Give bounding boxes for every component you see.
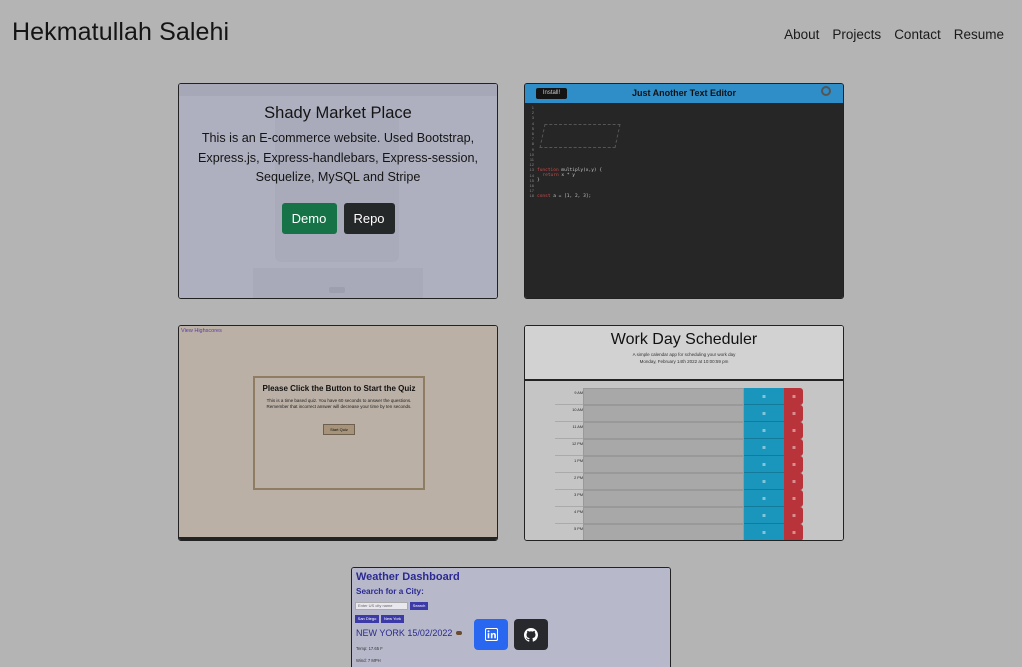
- schedule-hour: 4 PM: [555, 507, 583, 524]
- nav-about[interactable]: About: [784, 27, 819, 42]
- nav-contact[interactable]: Contact: [894, 27, 941, 42]
- schedule-textarea: [583, 473, 744, 490]
- demo-button[interactable]: Demo: [281, 203, 337, 234]
- screenshot-search-label: Search for a City:: [356, 587, 424, 596]
- screenshot-subtitle: A simple calendar app for scheduling you…: [632, 352, 736, 357]
- schedule-hour: 5 PM: [555, 524, 583, 540]
- github-button[interactable]: [514, 619, 548, 650]
- project-screenshot: View Highscores Please Click the Button …: [179, 326, 497, 540]
- schedule-hour: 2 PM: [555, 473, 583, 490]
- delete-icon: [784, 422, 803, 439]
- screenshot-start-button: Start Quiz: [323, 424, 355, 435]
- schedule-textarea: [583, 439, 744, 456]
- screenshot-title: Please Click the Button to Start the Qui…: [262, 384, 416, 393]
- save-icon: [744, 524, 784, 540]
- schedule-row: 12 PM: [525, 439, 843, 456]
- screenshot-history-item: San Diego: [355, 615, 379, 623]
- project-card-scheduler[interactable]: Work Day Scheduler A simple calendar app…: [524, 325, 844, 541]
- save-icon: [744, 490, 784, 507]
- schedule-hour: 9 AM: [555, 388, 583, 405]
- save-icon: [744, 405, 784, 422]
- nav-resume[interactable]: Resume: [954, 27, 1004, 42]
- schedule-textarea: [583, 524, 744, 540]
- project-card-text-editor[interactable]: Install! Just Another Text Editor 123456…: [524, 83, 844, 299]
- delete-icon: [784, 524, 803, 540]
- screenshot-title: Just Another Text Editor: [631, 88, 736, 98]
- screenshot-search-button: Search: [410, 602, 428, 610]
- save-icon: [744, 507, 784, 524]
- schedule-hour: 12 PM: [555, 439, 583, 456]
- schedule-textarea: [583, 405, 744, 422]
- line-numbers: 1 2 3 4 5 6 7 8 9 10 11 12 13 14 15 16 17 18: [529, 105, 534, 199]
- project-screenshot: Weather Dashboard Search for a City: Ent…: [352, 568, 670, 667]
- schedule-hour: 11 AM: [555, 422, 583, 439]
- schedule-textarea: [583, 456, 744, 473]
- schedule-textarea: [583, 490, 744, 507]
- linkedin-icon: [484, 628, 498, 641]
- save-icon: [744, 388, 784, 405]
- screenshot-wind: Wind: 7 MPH: [356, 658, 381, 663]
- schedule-row: 3 PM: [525, 490, 843, 507]
- jate-ascii-art: [539, 124, 621, 148]
- save-icon: [744, 456, 784, 473]
- delete-icon: [784, 456, 803, 473]
- nav-projects[interactable]: Projects: [832, 27, 881, 42]
- site-brand[interactable]: Hekmatullah Salehi: [12, 18, 229, 47]
- schedule-textarea: [583, 422, 744, 439]
- delete-icon: [784, 473, 803, 490]
- screenshot-date: Monday, February 14th 2022 at 10:00:59 p…: [639, 359, 729, 364]
- screenshot-title: Weather Dashboard: [356, 571, 460, 583]
- screenshot-city-input: Enter US city name: [355, 602, 408, 610]
- delete-icon: [784, 490, 803, 507]
- linkedin-button[interactable]: [474, 619, 508, 650]
- schedule-row: 10 AM: [525, 405, 843, 422]
- project-overlay: Shady Market Place This is an E-commerce…: [179, 84, 497, 298]
- schedule-row: 4 PM: [525, 507, 843, 524]
- main-nav: About Projects Contact Resume: [784, 27, 1004, 42]
- delete-icon: [784, 439, 803, 456]
- screenshot-city-heading: NEW YORK 15/02/2022: [356, 628, 453, 638]
- project-title: Shady Market Place: [264, 104, 412, 122]
- delete-icon: [784, 405, 803, 422]
- schedule-hour: 10 AM: [555, 405, 583, 422]
- code-sample: function multiply(x,y) { return x * y } …: [537, 168, 603, 200]
- project-screenshot: Work Day Scheduler A simple calendar app…: [525, 326, 843, 540]
- schedule-hour: 1 PM: [555, 456, 583, 473]
- screenshot-temp: Temp: 17.65 F: [356, 646, 383, 651]
- save-icon: [744, 439, 784, 456]
- schedule-row: 1 PM: [525, 456, 843, 473]
- project-card-weather[interactable]: Weather Dashboard Search for a City: Ent…: [351, 567, 671, 667]
- logo-icon: [821, 86, 831, 96]
- project-card-quiz[interactable]: View Highscores Please Click the Button …: [178, 325, 498, 541]
- schedule-row: 2 PM: [525, 473, 843, 490]
- schedule-row: 5 PM: [525, 524, 843, 540]
- screenshot-title: Work Day Scheduler: [610, 331, 758, 348]
- project-screenshot: Install! Just Another Text Editor 123456…: [525, 84, 843, 298]
- schedule-textarea: [583, 507, 744, 524]
- schedule-row: 11 AM: [525, 422, 843, 439]
- save-icon: [744, 473, 784, 490]
- project-description: This is an E-commerce website. Used Boot…: [198, 131, 478, 184]
- schedule-hour: 3 PM: [555, 490, 583, 507]
- delete-icon: [784, 388, 803, 405]
- delete-icon: [784, 507, 803, 524]
- screenshot-highscores-link: View Highscores: [181, 328, 222, 334]
- schedule-textarea: [583, 388, 744, 405]
- repo-button[interactable]: Repo: [343, 203, 395, 234]
- screenshot-description: This is a time based quiz. You have 60 s…: [266, 398, 412, 409]
- project-card-shady-market[interactable]: Shady Market Place This is an E-commerce…: [178, 83, 498, 299]
- screenshot-history-item: New York: [381, 615, 404, 623]
- save-icon: [744, 422, 784, 439]
- schedule-row: 9 AM: [525, 388, 843, 405]
- github-icon: [524, 627, 538, 642]
- weather-icon: [456, 631, 462, 635]
